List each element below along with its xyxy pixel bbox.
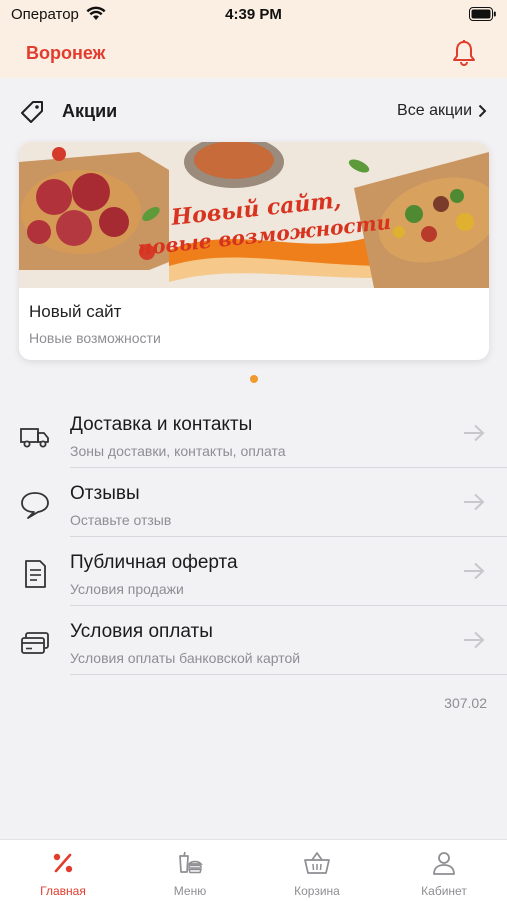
menu-item-subtitle: Условия оплаты банковской картой	[70, 650, 301, 666]
divider	[70, 536, 507, 537]
menu-item-label: Условия оплаты	[70, 621, 213, 642]
menu-item-subtitle: Оставьте отзыв	[70, 512, 172, 528]
tag-icon	[19, 99, 45, 130]
divider	[70, 467, 507, 468]
promos-header: Акции Все акции	[0, 94, 507, 128]
promo-card[interactable]: Новый сайт, новые возможности Новый сайт…	[19, 142, 489, 360]
status-time: 4:39 PM	[225, 6, 282, 23]
all-promos-label: Все акции	[397, 102, 472, 119]
basket-icon	[303, 850, 331, 881]
promo-banner-image: Новый сайт, новые возможности	[19, 142, 489, 288]
percent-icon	[50, 850, 76, 881]
carousel-dot-active	[250, 375, 258, 383]
tab-label: Кабинет	[421, 884, 467, 898]
promo-subtitle: Новые возможности	[29, 330, 161, 346]
tab-label: Корзина	[294, 884, 340, 898]
arrow-right-icon	[463, 631, 485, 654]
status-bar: Оператор 4:39 PM	[0, 0, 507, 30]
speech-bubble-icon	[19, 489, 51, 521]
menu-item-label: Публичная оферта	[70, 552, 238, 573]
tab-label: Меню	[173, 884, 207, 898]
top-header: Воронеж	[0, 30, 507, 78]
tab-label: Главная	[40, 884, 86, 898]
arrow-right-icon	[463, 562, 485, 585]
menu-item-subtitle: Условия продажи	[70, 581, 184, 597]
carousel-indicator	[0, 373, 507, 385]
menu-item-delivery[interactable]: Доставка и контакты Зоны доставки, конта…	[0, 400, 507, 468]
menu-item-reviews[interactable]: Отзывы Оставьте отзыв	[0, 469, 507, 537]
menu-item-payment[interactable]: Условия оплаты Условия оплаты банковской…	[0, 607, 507, 675]
menu-item-subtitle: Зоны доставки, контакты, оплата	[70, 443, 286, 459]
tab-bar: Главная Меню Корзина Кабинет	[0, 839, 507, 901]
all-promos-link[interactable]: Все акции	[397, 102, 487, 120]
app-version: 307.02	[444, 695, 487, 711]
cards-icon	[19, 627, 51, 659]
tab-cart[interactable]: Корзина	[254, 840, 380, 901]
person-icon	[431, 850, 457, 881]
divider	[70, 605, 507, 606]
menu-item-label: Доставка и контакты	[70, 414, 253, 435]
bell-icon[interactable]	[451, 39, 477, 72]
tab-account[interactable]: Кабинет	[381, 840, 507, 901]
tab-menu[interactable]: Меню	[127, 840, 253, 901]
document-icon	[19, 558, 51, 590]
battery-icon	[469, 7, 497, 25]
menu-food-icon	[176, 850, 204, 881]
menu-item-offer[interactable]: Публичная оферта Условия продажи	[0, 538, 507, 606]
menu-item-label: Отзывы	[70, 483, 140, 504]
city-selector[interactable]: Воронеж	[26, 43, 105, 64]
divider	[70, 674, 507, 675]
tab-home[interactable]: Главная	[0, 840, 126, 901]
chevron-right-icon	[478, 104, 487, 118]
arrow-right-icon	[463, 424, 485, 447]
promos-title: Акции	[62, 101, 118, 121]
promo-title: Новый сайт	[29, 302, 122, 321]
truck-icon	[19, 420, 51, 452]
arrow-right-icon	[463, 493, 485, 516]
